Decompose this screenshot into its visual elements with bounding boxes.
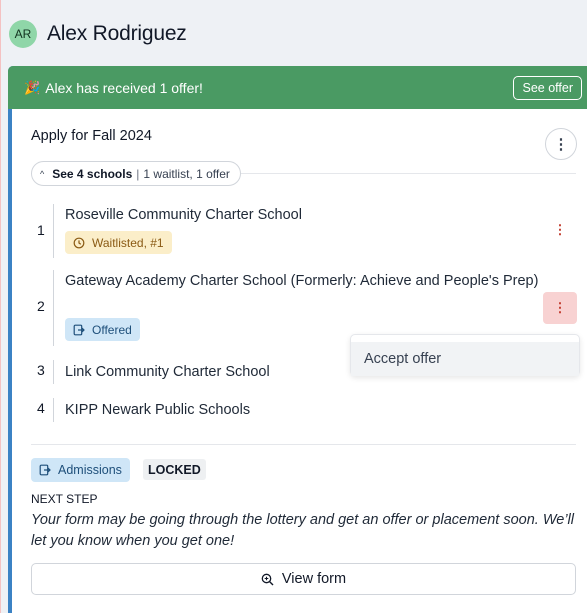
school-actions-menu: Accept offer [350, 334, 580, 376]
school-name: KIPP Newark Public Schools [65, 402, 251, 418]
avatar: AR [9, 20, 37, 48]
school-menu-button[interactable]: ⋮ [543, 214, 577, 246]
offer-message: Alex has received 1 offer! [45, 79, 203, 96]
offer-banner: 🎉 Alex has received 1 offer! See offer [8, 66, 587, 109]
schools-separator: | [136, 166, 140, 181]
section-divider [31, 444, 576, 445]
school-row: 1 Roseville Community Charter School Wai… [31, 204, 576, 258]
school-name: Link Community Charter School [65, 364, 270, 380]
offered-status-badge: Offered [65, 318, 140, 341]
next-step-label: NEXT STEP [31, 492, 98, 506]
student-header: AR Alex Rodriguez [9, 16, 187, 52]
exit-icon [39, 464, 51, 476]
party-icon: 🎉 [24, 79, 41, 95]
exit-icon [73, 324, 85, 335]
schools-toggle-label: See 4 schools [52, 166, 133, 181]
school-name: Gateway Academy Charter School (Formerly… [65, 273, 539, 289]
locked-badge: LOCKED [143, 459, 206, 480]
chevron-up-icon: ^ [40, 168, 45, 179]
school-number: 1 [37, 222, 45, 238]
school-menu-button[interactable]: ⋮ [543, 292, 577, 324]
accept-offer-menu-item[interactable]: Accept offer [351, 342, 579, 376]
application-card: 🎉 Alex has received 1 offer! See offer A… [8, 66, 587, 613]
more-vertical-icon: ⋮ [553, 300, 567, 315]
app-shell: AR Alex Rodriguez 🎉 Alex has received 1 … [0, 0, 587, 613]
waitlist-status: Waitlisted, #1 [92, 235, 164, 250]
school-row: 4 KIPP Newark Public Schools [31, 398, 576, 422]
school-number: 2 [37, 298, 45, 314]
school-number: 3 [37, 362, 45, 378]
see-offer-button[interactable]: See offer [513, 76, 582, 100]
offered-status: Offered [92, 322, 132, 337]
schools-summary: 1 waitlist, 1 offer [143, 166, 230, 181]
admissions-label: Admissions [58, 463, 122, 477]
view-form-button[interactable]: View form [31, 563, 576, 595]
more-vertical-icon: ⋮ [553, 136, 569, 153]
view-form-label: View form [281, 571, 347, 587]
school-name: Roseville Community Charter School [65, 207, 302, 223]
schools-toggle[interactable]: ^ See 4 schools | 1 waitlist, 1 offer [31, 161, 241, 186]
waitlist-status-badge: Waitlisted, #1 [65, 231, 172, 254]
application-title: Apply for Fall 2024 [31, 128, 152, 144]
school-number: 4 [37, 400, 45, 416]
zoom-in-icon [261, 573, 274, 585]
student-name: Alex Rodriguez [47, 22, 187, 45]
application-menu-button[interactable]: ⋮ [545, 128, 577, 160]
next-step-text: Your form may be going through the lotte… [31, 512, 574, 549]
admissions-badge: Admissions [31, 458, 130, 482]
clock-icon [73, 237, 85, 248]
more-vertical-icon: ⋮ [553, 222, 567, 237]
